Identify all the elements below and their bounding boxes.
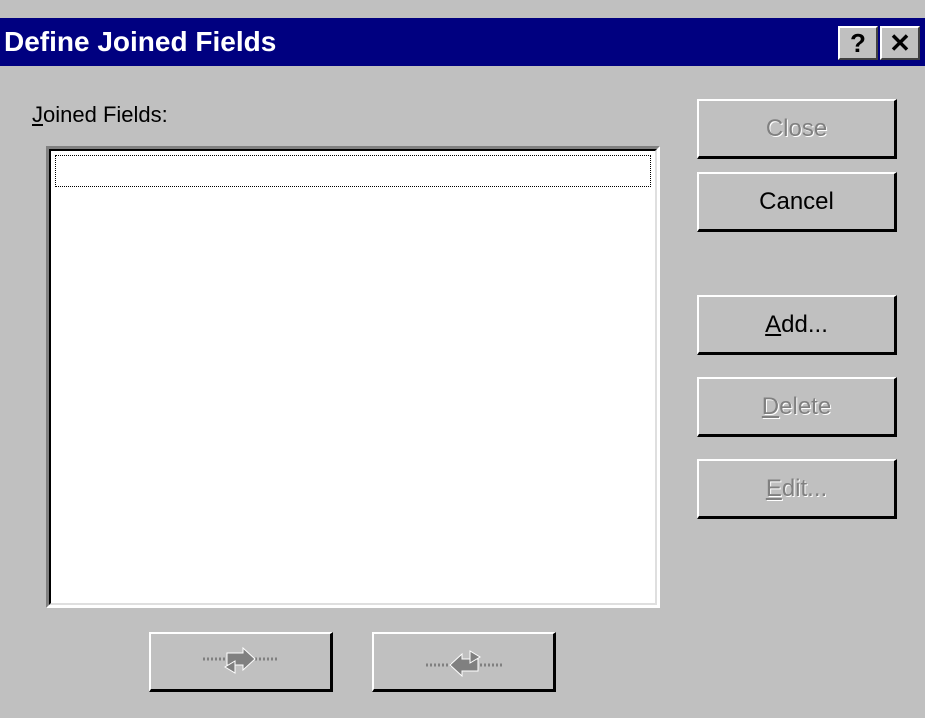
window-title: Define Joined Fields: [4, 26, 277, 57]
edit-button-label: dit...: [781, 475, 828, 502]
add-button-label: dd...: [781, 311, 828, 338]
move-left-button[interactable]: [372, 632, 556, 692]
move-right-button[interactable]: [149, 632, 333, 692]
add-button-accel: A: [765, 311, 782, 338]
edit-button[interactable]: Edit...: [697, 459, 897, 519]
cancel-button[interactable]: Cancel: [697, 172, 897, 232]
list-focus-row[interactable]: [55, 155, 651, 187]
add-button[interactable]: Add...: [697, 295, 897, 355]
title-bar[interactable]: Define Joined Fields: [0, 18, 925, 66]
help-icon: ?: [850, 28, 866, 58]
delete-button[interactable]: Delete: [697, 377, 897, 437]
help-button[interactable]: ?: [838, 26, 878, 60]
delete-button-label: elete: [779, 393, 832, 420]
arrow-right-icon: [202, 646, 279, 674]
cancel-button-label: Cancel: [759, 188, 834, 215]
delete-button-accel: D: [761, 393, 780, 420]
close-window-button[interactable]: ✕: [880, 26, 920, 60]
define-joined-fields-dialog: Define Joined Fields ? ✕ Joined Fields: …: [0, 0, 925, 718]
edit-button-accel: E: [765, 475, 782, 502]
close-icon: ✕: [889, 28, 911, 58]
joined-fields-list-inner: [49, 149, 657, 605]
joined-fields-accel: J: [32, 102, 43, 127]
joined-fields-list[interactable]: [46, 146, 660, 608]
close-button-label: Close: [765, 115, 828, 142]
close-button[interactable]: Close: [697, 99, 897, 159]
joined-fields-label-text: oined Fields:: [43, 102, 168, 127]
arrow-left-icon: [425, 649, 502, 677]
joined-fields-label: Joined Fields:: [32, 102, 168, 128]
